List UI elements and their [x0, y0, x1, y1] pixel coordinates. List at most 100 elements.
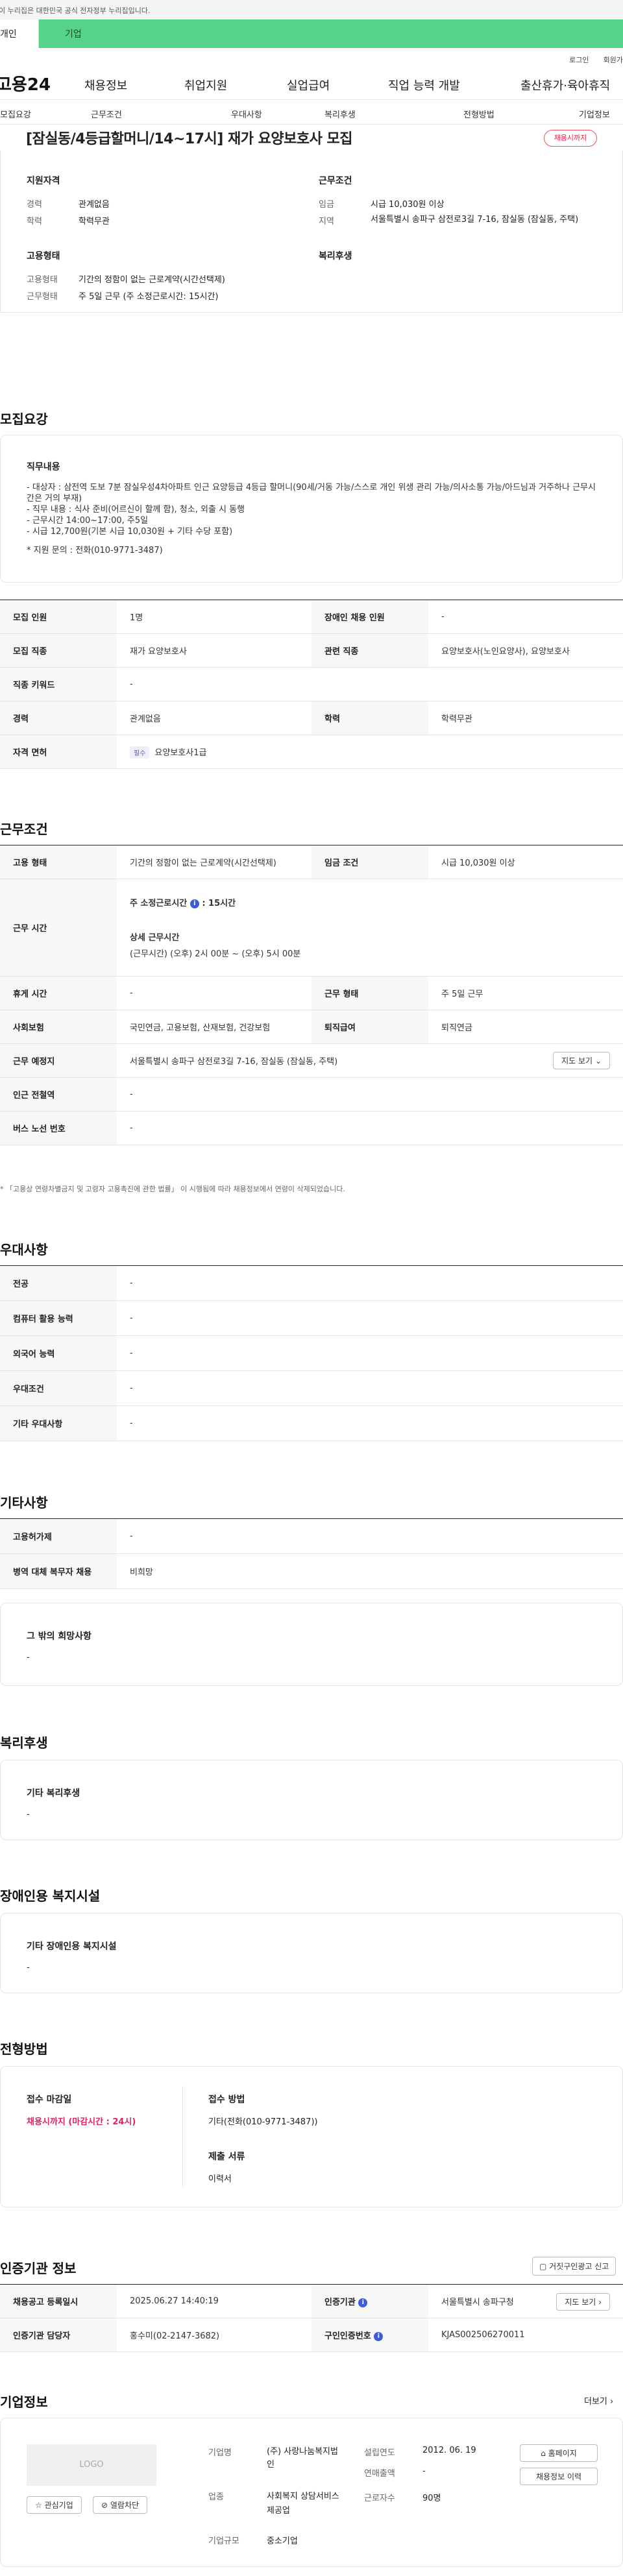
block-icon: ⊘ — [101, 2501, 108, 2510]
gnb-item-jobs[interactable]: 채용정보 — [84, 77, 127, 93]
table-row: 병역 대체 복무자 채용 비희망 — [0, 1553, 623, 1589]
company-more-link[interactable]: 더보기 › — [584, 2394, 613, 2407]
info-icon[interactable]: i — [374, 2331, 384, 2341]
duty-line: - 시급 12,700원(기본 시급 10,030원 + 기타 수당 포함) — [27, 527, 233, 537]
welfare-value: - — [27, 1810, 30, 1819]
disability-value: - — [27, 1963, 30, 1973]
other-wish-value: - — [27, 1653, 30, 1662]
subnav-conditions[interactable]: 근무조건 — [91, 108, 122, 120]
duty-line: - 대상자 : 삼전역 도보 7분 잠실우성4차아파트 인근 요양등급 4등급 … — [27, 483, 596, 504]
block-view-button[interactable]: ⊘ 열람차단 — [93, 2496, 148, 2514]
job-history-button[interactable]: 채용정보 이력 — [520, 2468, 598, 2485]
company-employees-value: 90명 — [422, 2494, 441, 2503]
section-title-recruit: 모집요강 — [0, 411, 48, 427]
summary-region-value: 서울특별시 송파구 삼전로3길 7-16, 잠실동 (잠실동, 주택) — [371, 215, 579, 225]
company-employees-label: 근로자수 — [364, 2494, 395, 2503]
section-title-etc: 기타사항 — [0, 1495, 48, 1511]
cell-label: 인근 전철역 — [0, 1077, 117, 1112]
cell-value: 2025.06.27 14:40:19 — [117, 2284, 312, 2318]
section-title-disability: 장애인용 복지시설 — [0, 1888, 101, 1904]
deadline-value: 채용시까지 (마감시간 : 24시) — [27, 2117, 136, 2127]
info-icon[interactable]: i — [189, 899, 199, 908]
cell-value: - — [117, 1405, 623, 1441]
cell-value: 학력무관 — [428, 701, 623, 735]
subnav-company[interactable]: 기업정보 — [579, 108, 610, 120]
weekly-hours-value: : 15시간 — [202, 899, 236, 908]
summary-region-label: 지역 — [319, 217, 334, 226]
table-row: 근무 시간 주 소정근로시간 i : 15시간 상세 근무시간 (근무시간) (… — [0, 879, 623, 977]
login-link[interactable]: 로그인 — [569, 55, 589, 67]
cell-value: 필수 요양보호사1급 — [117, 735, 623, 769]
company-sales-label: 연매출액 — [364, 2469, 395, 2479]
subnav-welfare[interactable]: 복리후생 — [324, 108, 356, 120]
summary-edu-label: 학력 — [27, 217, 42, 226]
cell-value: 주 5일 근무 — [428, 976, 623, 1010]
gnb-item-training[interactable]: 직업 능력 개발 — [388, 77, 460, 93]
cert-org-cell: 서울특별시 송파구청 지도 보기 › — [428, 2284, 623, 2318]
company-sales-value: - — [422, 2466, 426, 2476]
favorite-company-button[interactable]: ☆ 관심기업 — [27, 2496, 82, 2514]
map-view-label: 지도 보기 — [561, 1056, 593, 1065]
cell-value: - — [117, 1518, 623, 1554]
table-row: 고용 형태 기간의 정함이 없는 근로계약(시간선택제) 임금 조건 시급 10… — [0, 845, 623, 879]
section-title-process: 전형방법 — [0, 2041, 48, 2057]
table-row: 자격 면허 필수 요양보호사1급 — [0, 735, 623, 769]
summary-work-form-value: 주 5일 근무 (주 소정근로시간: 15시간) — [79, 292, 219, 302]
company-size-value: 중소기업 — [267, 2536, 298, 2546]
summary-career-value: 관계없음 — [79, 200, 110, 210]
subnav-recruit[interactable]: 모집요강 — [0, 108, 31, 120]
docs-label: 제출 서류 — [208, 2152, 245, 2162]
cell-label: 컴퓨터 활용 능력 — [0, 1300, 117, 1336]
company-industry-label: 업종 — [208, 2492, 224, 2502]
cell-label: 외국어 능력 — [0, 1335, 117, 1371]
map-view-button[interactable]: 지도 보기 ⌄ — [553, 1052, 610, 1069]
process-box: 접수 마감일 채용시까지 (마감시간 : 24시) 접수 방법 기타(전화(01… — [0, 2066, 623, 2207]
home-icon: ⌂ — [541, 2449, 546, 2458]
page-root: 이 누리집은 대한민국 공식 전자정부 누리집입니다. 개인 기업 로그인 회원… — [0, 0, 623, 2576]
table-row: 직종 키워드 - — [0, 667, 623, 701]
detail-hours-value: (근무시간) (오후) 2시 00분 ~ (오후) 5시 00분 — [130, 949, 301, 959]
table-row: 전공 - — [0, 1265, 623, 1301]
gnb-item-unemployment[interactable]: 실업급여 — [287, 77, 330, 93]
cell-value: - — [428, 600, 623, 634]
job-title: [잠실동/4등급할머니/14~17시] 재가 요양보호사 모집 — [26, 131, 352, 147]
weekly-hours: 주 소정근로시간 i : 15시간 — [130, 896, 623, 908]
chevron-right-icon: › — [610, 2397, 614, 2407]
job-summary: 지원자격 경력 관계없음 학력 학력무관 근무조건 임금 시급 10,030원 … — [0, 151, 623, 313]
summary-emp-type-label: 고용형태 — [27, 275, 58, 285]
homepage-button[interactable]: ⌂ 홈페이지 — [520, 2444, 598, 2462]
global-nav: 고용24 채용정보 취업지원 실업급여 직업 능력 개발 출산휴가·육아휴직 — [0, 67, 623, 100]
gnb-item-parental-leave[interactable]: 출산휴가·육아휴직 — [520, 77, 610, 93]
cell-value: KJAS002506270011 — [428, 2318, 623, 2352]
cell-label: 인증기관 담당자 — [0, 2318, 117, 2352]
company-year-value: 2012. 06. 19 — [422, 2446, 476, 2455]
cell-label: 근무 시간 — [0, 879, 117, 977]
table-row: 인증기관 담당자 홍수미(02-2147-3682) 구인인증번호 i KJAS… — [0, 2318, 623, 2352]
tab-company[interactable]: 기업 — [39, 19, 623, 48]
site-logo[interactable]: 고용24 — [0, 71, 74, 95]
report-fake-ad-button[interactable]: ▢ 거짓구인광고 신고 — [532, 2257, 617, 2276]
cert-org-value: 서울특별시 송파구청 — [441, 2298, 514, 2307]
gnb-item-employment-support[interactable]: 취업지원 — [184, 77, 227, 93]
cell-value: - — [117, 1077, 623, 1112]
tab-personal[interactable]: 개인 — [0, 19, 39, 48]
table-row: 버스 노선 번호 - — [0, 1111, 623, 1145]
signup-link[interactable]: 회원가입 — [604, 55, 623, 67]
subnav-process[interactable]: 전형방법 — [463, 108, 495, 120]
cell-value: 관계없음 — [117, 701, 312, 735]
section-title-welfare: 복리후생 — [0, 1735, 48, 1751]
table-row: 기타 우대사항 - — [0, 1405, 623, 1441]
work-place-value: 서울특별시 송파구 삼전로3길 7-16, 잠실동 (잠실동, 주택) — [130, 1057, 338, 1067]
table-row: 우대조건 - — [0, 1370, 623, 1406]
block-label: 열람차단 — [110, 2501, 140, 2510]
cell-label: 기타 우대사항 — [0, 1405, 117, 1441]
cert-table: 채용공고 등록일시 2025.06.27 14:40:19 인증기관 i 서울특… — [0, 2284, 623, 2352]
table-row: 모집 인원 1명 장애인 채용 인원 - — [0, 600, 623, 634]
info-icon[interactable]: i — [358, 2298, 368, 2307]
job-history-label: 채용정보 이력 — [535, 2472, 582, 2481]
summary-wage-label: 임금 — [319, 200, 334, 210]
cert-map-button[interactable]: 지도 보기 › — [556, 2293, 610, 2311]
subnav-preference[interactable]: 우대사항 — [231, 108, 262, 120]
table-row: 근무 예정지 서울특별시 송파구 삼전로3길 7-16, 잠실동 (잠실동, 주… — [0, 1043, 623, 1078]
preference-table: 전공 - 컴퓨터 활용 능력 - 외국어 능력 - 우대조건 - 기타 우대사항 - — [0, 1265, 623, 1441]
